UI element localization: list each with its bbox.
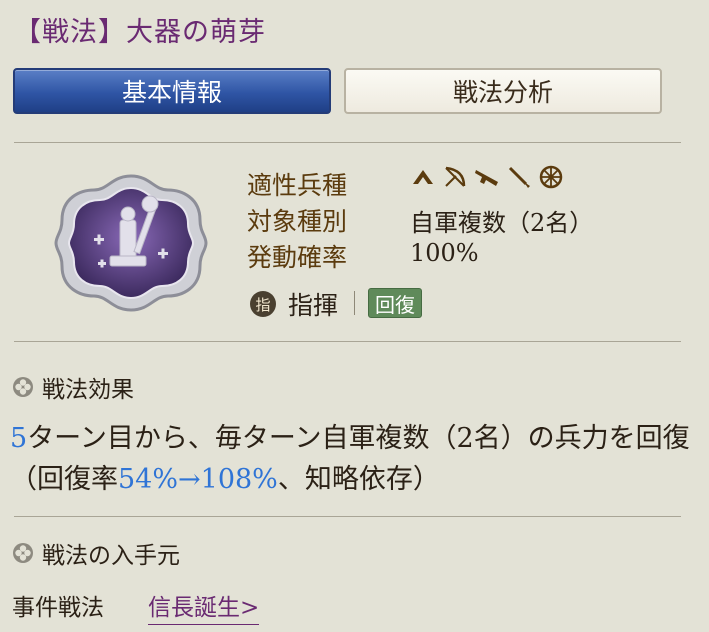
divider [14,516,681,517]
source-event-link[interactable]: 信長誕生> [148,588,260,625]
aptitude-label: 適性兵種 [247,171,348,200]
spear-icon [410,164,436,190]
tab-skill-analysis[interactable]: 戦法分析 [344,68,662,114]
target-label: 対象種別 [247,207,348,236]
wheel-icon [538,164,564,190]
cavalry-icon [506,164,532,190]
rate-value: 100% [410,239,479,267]
skill-icon [50,168,212,318]
tab-basic-info[interactable]: 基本情報 [13,68,331,114]
bow-icon [442,164,468,190]
skill-title: 【戦法】大器の萌芽 [14,17,266,48]
clover-icon [12,542,34,564]
effect-rate: 54%→108% [118,464,278,495]
separator [354,291,355,315]
rate-label: 発動確率 [247,243,348,272]
source-heading: 戦法の入手元 [42,543,180,569]
source-section-header: 戦法の入手元 [12,536,180,570]
effect-section-header: 戦法効果 [12,370,134,404]
target-value: 自軍複数（2名） [410,209,594,237]
gun-icon [474,164,500,190]
divider [14,142,681,143]
clover-icon [12,376,34,398]
divider [14,341,681,342]
effect-heading: 戦法効果 [42,377,134,403]
effect-text-end: 、知略依存） [277,464,440,495]
skill-type-label: 指揮 [288,291,339,320]
command-icon: 指 [250,291,276,317]
troop-icons [410,164,564,190]
effect-turn: 5 [10,423,28,454]
source-type: 事件戦法 [12,595,104,621]
skill-tag-badge: 回復 [368,288,422,318]
effect-description: 5ターン目から、毎ターン自軍複数（2名）の兵力を回復（回復率54%→108%、知… [10,418,700,500]
